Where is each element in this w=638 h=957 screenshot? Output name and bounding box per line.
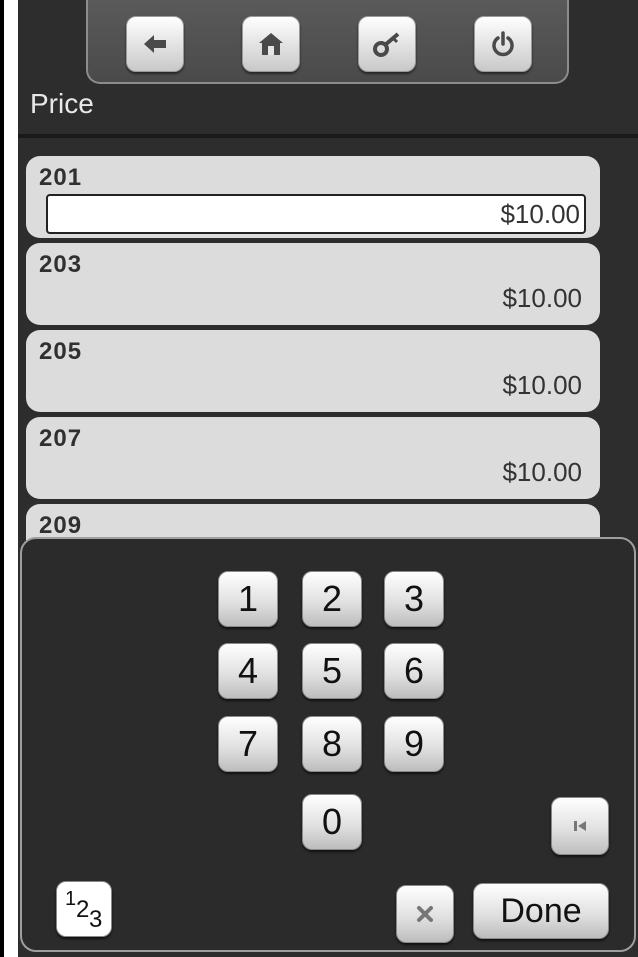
back-button[interactable] xyxy=(126,16,184,72)
key-button[interactable] xyxy=(358,16,416,72)
list-item[interactable]: 201 xyxy=(26,156,600,238)
clear-button[interactable] xyxy=(396,885,454,943)
key-3[interactable]: 3 xyxy=(384,571,444,627)
list-item[interactable]: 205 $10.00 xyxy=(26,330,600,412)
back-arrow-icon xyxy=(144,35,166,53)
list-item[interactable]: 207 $10.00 xyxy=(26,417,600,499)
key-1[interactable]: 1 xyxy=(218,571,278,627)
app-screen: Price 201 203 $10.00 205 $10.00 207 $10.… xyxy=(18,0,638,957)
mode-digit: 1 xyxy=(65,888,77,910)
power-button[interactable] xyxy=(474,16,532,72)
page-title: Price xyxy=(30,88,94,119)
home-button[interactable] xyxy=(242,16,300,72)
item-label: 201 xyxy=(39,164,83,191)
price-input[interactable] xyxy=(46,194,586,234)
key-0[interactable]: 0 xyxy=(302,794,362,850)
number-mode-button[interactable]: 1 2 3 xyxy=(56,881,112,937)
item-value: $10.00 xyxy=(502,370,582,400)
key-4[interactable]: 4 xyxy=(218,643,278,699)
key-icon xyxy=(373,32,400,57)
top-nav-bar xyxy=(86,0,569,84)
mode-digit: 2 xyxy=(76,896,90,923)
home-icon xyxy=(259,33,283,55)
mode-digit: 3 xyxy=(89,906,103,933)
item-value: $10.00 xyxy=(502,457,582,487)
item-value: $10.00 xyxy=(502,283,582,313)
list-item[interactable]: 203 $10.00 xyxy=(26,243,600,325)
item-label: 209 xyxy=(39,512,83,539)
numeric-keypad: 1 2 3 4 5 6 7 8 9 0 1 2 3 Done xyxy=(20,537,636,952)
title-divider xyxy=(18,134,638,138)
window-edge xyxy=(0,0,4,957)
skip-to-start-icon xyxy=(574,821,586,831)
power-icon xyxy=(492,31,514,57)
item-label: 205 xyxy=(39,338,83,365)
clear-x-icon xyxy=(417,906,433,922)
key-7[interactable]: 7 xyxy=(218,716,278,772)
item-label: 207 xyxy=(39,425,83,452)
key-5[interactable]: 5 xyxy=(302,643,362,699)
item-label: 203 xyxy=(39,251,83,278)
done-button[interactable]: Done xyxy=(473,883,609,939)
key-6[interactable]: 6 xyxy=(384,643,444,699)
key-8[interactable]: 8 xyxy=(302,716,362,772)
skip-to-start-button[interactable] xyxy=(551,797,609,855)
key-9[interactable]: 9 xyxy=(384,716,444,772)
key-2[interactable]: 2 xyxy=(302,571,362,627)
